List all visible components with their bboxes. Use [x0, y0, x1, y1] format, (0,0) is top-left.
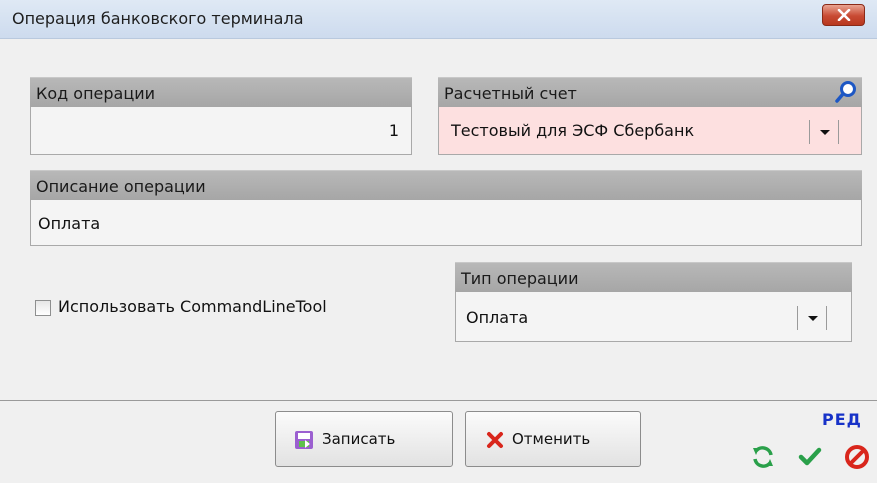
search-icon[interactable]	[834, 80, 858, 104]
operation-type-value: Оплата	[466, 308, 529, 327]
save-button[interactable]: Записать	[275, 411, 453, 467]
save-button-label: Записать	[322, 430, 396, 448]
close-icon	[487, 432, 503, 448]
refresh-icon[interactable]	[750, 444, 776, 470]
close-button[interactable]	[822, 4, 865, 26]
operation-code-value: 1	[388, 121, 399, 140]
operation-type-label: Тип операции	[455, 262, 852, 292]
operation-type-label-text: Тип операции	[461, 269, 579, 288]
account-combobox[interactable]: Тестовый для ЭСФ Сбербанк	[438, 107, 862, 155]
description-label: Описание операции	[30, 170, 862, 200]
account-label: Расчетный счет	[438, 77, 862, 107]
close-icon	[837, 9, 851, 21]
save-icon	[295, 431, 313, 449]
description-label-text: Описание операции	[36, 177, 206, 196]
operation-type-combobox[interactable]: Оплата	[455, 292, 852, 342]
command-line-tool-checkbox[interactable]	[35, 300, 51, 316]
chevron-down-icon	[808, 316, 818, 321]
check-icon[interactable]	[798, 446, 822, 468]
operation-code-field[interactable]: 1	[30, 107, 412, 155]
cancel-button[interactable]: Отменить	[465, 411, 641, 467]
operation-code-label: Код операции	[30, 77, 412, 107]
window-title: Операция банковского терминала	[12, 9, 304, 28]
operation-code-label-text: Код операции	[36, 84, 156, 103]
title-bar[interactable]: Операция банковского терминала	[0, 0, 877, 39]
edit-mode-label: РЕД	[822, 410, 862, 429]
account-value: Тестовый для ЭСФ Сбербанк	[451, 121, 695, 140]
account-dropdown-button[interactable]	[809, 120, 839, 144]
operation-type-dropdown-button[interactable]	[797, 306, 827, 330]
forbidden-icon[interactable]	[844, 444, 870, 470]
description-field[interactable]: Оплата	[30, 200, 862, 246]
cancel-button-label: Отменить	[512, 430, 591, 448]
account-label-text: Расчетный счет	[444, 84, 577, 103]
description-value: Оплата	[38, 214, 101, 233]
command-line-tool-label[interactable]: Использовать CommandLineTool	[58, 297, 327, 316]
dialog-window: Операция банковского терминала Код опера…	[0, 0, 877, 483]
chevron-down-icon	[820, 130, 830, 135]
